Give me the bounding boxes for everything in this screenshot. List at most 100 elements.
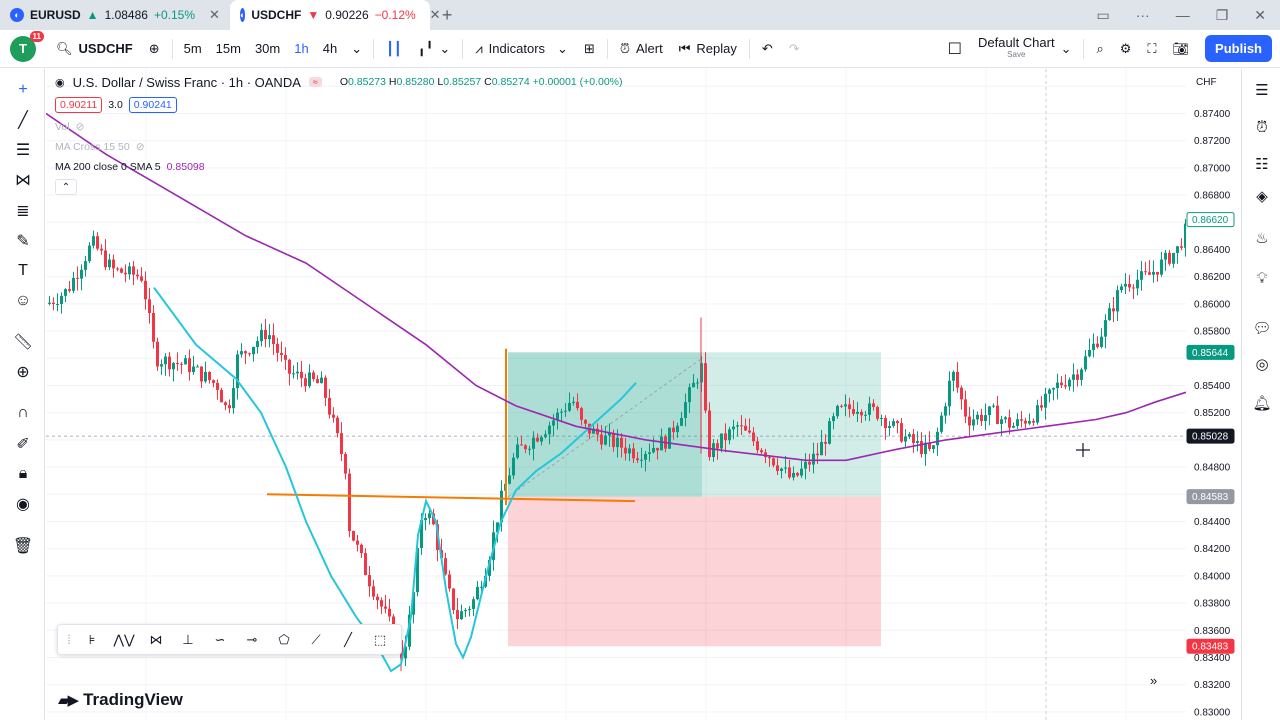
browser-tab-eurusd[interactable]: ◐ EURUSD ▲ 1.08486 +0.15% ✕ bbox=[0, 0, 230, 30]
candle-body bbox=[736, 425, 739, 427]
abc-pattern-icon[interactable]: ⋈ bbox=[140, 626, 172, 654]
chat-icon[interactable]: 💬︎ bbox=[1251, 317, 1273, 339]
window-close-icon[interactable]: ✕ bbox=[1254, 7, 1266, 24]
symbol-search-button[interactable]: 🔍︎ USDCHF bbox=[48, 30, 141, 68]
templates-button[interactable]: ⊞ bbox=[576, 30, 603, 68]
elliott-wave-icon[interactable]: ⋀⋁ bbox=[108, 626, 140, 654]
alert-button[interactable]: ⏰︎ Alert bbox=[612, 30, 671, 68]
ma-cross-indicator[interactable]: MA Cross 15 50 ⊘ bbox=[55, 141, 623, 153]
candle-body bbox=[972, 419, 975, 426]
symbol-label: USDCHF bbox=[78, 41, 133, 56]
candle-body bbox=[940, 415, 943, 432]
candle-body bbox=[384, 606, 387, 609]
fib-extension-icon[interactable]: ⊧ bbox=[76, 626, 108, 654]
indicators-button[interactable]: ⩘ Indicators ⌄ bbox=[467, 30, 576, 68]
candle-body bbox=[1028, 421, 1031, 424]
trend-line-icon[interactable]: ╱ bbox=[12, 109, 34, 131]
timeframe-1h[interactable]: 1h bbox=[287, 41, 315, 56]
legend-title[interactable]: U.S. Dollar / Swiss Franc · 1h · OANDA bbox=[73, 75, 301, 90]
bar-style-button[interactable]: ┃┃ bbox=[378, 30, 410, 68]
timeframe-30m[interactable]: 30m bbox=[248, 41, 287, 56]
undo-button[interactable]: ↶ bbox=[754, 30, 781, 68]
candle-body bbox=[1152, 271, 1155, 275]
layout-save-hint: Save bbox=[1007, 49, 1026, 59]
price-axis[interactable]: CHF 0.87400 0.87200 0.87000 0.86800 0.86400 0.… bbox=[1186, 69, 1241, 720]
layout-menu-button[interactable]: Default Chart Save ⌄ bbox=[970, 30, 1080, 68]
pattern-icon[interactable]: ⋈ bbox=[12, 169, 34, 191]
curve-icon[interactable]: ∽ bbox=[204, 626, 236, 654]
tab-close-icon[interactable]: ✕ bbox=[209, 7, 220, 23]
publish-button[interactable]: Publish bbox=[1205, 35, 1272, 62]
quick-search-button[interactable]: ⌕ bbox=[1088, 30, 1111, 68]
square-icon: ☐ bbox=[947, 40, 962, 58]
vertical-line-icon[interactable]: ⊥ bbox=[172, 626, 204, 654]
notifications-bell-icon[interactable]: 🔔︎ bbox=[1251, 392, 1273, 414]
zoom-in-icon[interactable]: ⊕ bbox=[12, 361, 34, 383]
candle-body bbox=[636, 458, 639, 461]
scroll-to-realtime-icon[interactable]: » bbox=[1150, 673, 1157, 688]
avatar[interactable]: T 11 bbox=[10, 30, 44, 62]
replay-button[interactable]: ⏮︎ Replay bbox=[671, 30, 745, 68]
magnet-icon[interactable]: ∩ bbox=[12, 402, 34, 424]
ideas-lightbulb-icon[interactable]: 💡︎ bbox=[1251, 267, 1273, 289]
volume-indicator[interactable]: Vol ⊘ bbox=[55, 121, 623, 133]
candle-body bbox=[560, 411, 563, 413]
timeframe-5m[interactable]: 5m bbox=[177, 41, 209, 56]
candle-body bbox=[368, 574, 371, 587]
candle-body bbox=[284, 354, 287, 360]
fib-icon[interactable]: ≣ bbox=[12, 200, 34, 222]
ray-icon[interactable]: ⟋ bbox=[300, 626, 332, 654]
divider bbox=[748, 38, 750, 59]
snapshot-button[interactable]: 📷︎ bbox=[1165, 30, 1198, 68]
new-tab-icon[interactable]: + bbox=[442, 5, 453, 26]
drag-handle-icon[interactable]: ⁞ bbox=[62, 626, 76, 654]
lock-icon[interactable]: 🔒︎ bbox=[12, 463, 34, 485]
watchlist-icon[interactable]: ☰ bbox=[1251, 79, 1273, 101]
eye-off-icon[interactable]: ⊘ bbox=[76, 121, 85, 133]
layout-checkbox[interactable]: ☐ bbox=[940, 30, 970, 68]
sell-button[interactable]: 0.90211 bbox=[55, 97, 103, 113]
trash-icon[interactable]: 🗑︎ bbox=[12, 535, 34, 557]
timeframe-15m[interactable]: 15m bbox=[209, 41, 248, 56]
compare-button[interactable]: ⊕ bbox=[141, 30, 168, 68]
more-icon[interactable]: ··· bbox=[1136, 7, 1150, 23]
redo-button[interactable]: ↷ bbox=[781, 30, 808, 68]
streams-icon[interactable]: ◎ bbox=[1251, 353, 1273, 375]
target-price-label: 0.85644 bbox=[1192, 348, 1229, 359]
crosshair-icon[interactable]: + bbox=[12, 79, 34, 101]
browser-tab-usdchf[interactable]: ◐ USDCHF ▼ 0.90226 −0.12% ✕ bbox=[229, 0, 441, 30]
data-window-icon[interactable]: ☷ bbox=[1251, 153, 1273, 175]
fullscreen-button[interactable]: ⛶ bbox=[1139, 30, 1164, 68]
hotlist-flame-icon[interactable]: ♨ bbox=[1251, 227, 1273, 249]
rectangle-tool-icon[interactable]: ⬠ bbox=[268, 626, 300, 654]
candle-body bbox=[672, 427, 675, 433]
line-icon[interactable]: ╱ bbox=[332, 626, 364, 654]
horizontal-ray-icon[interactable]: ⊸ bbox=[236, 626, 268, 654]
chevron-down-icon[interactable]: ⌄ bbox=[344, 41, 369, 57]
tab-close-icon[interactable]: ✕ bbox=[430, 7, 441, 23]
eye-icon[interactable]: ◉ bbox=[12, 493, 34, 515]
brush-icon[interactable]: ✎ bbox=[12, 230, 34, 252]
candle-body bbox=[1008, 417, 1011, 428]
candle-body bbox=[760, 450, 763, 453]
eye-off-icon[interactable]: ⊘ bbox=[136, 141, 145, 153]
ma200-value: 0.85098 bbox=[166, 161, 205, 173]
ruler-icon[interactable]: 📏︎ bbox=[12, 331, 34, 353]
emoji-icon[interactable]: ☺ bbox=[12, 290, 34, 312]
minimize-icon[interactable]: — bbox=[1176, 7, 1190, 23]
collapse-legend-button[interactable]: ⌃ bbox=[55, 179, 77, 195]
settings-button[interactable]: ⚙︎ bbox=[1112, 30, 1140, 68]
pencil-lock-icon[interactable]: ✐ bbox=[12, 433, 34, 455]
restore-icon[interactable]: ❐ bbox=[1216, 7, 1229, 24]
timeframe-4h[interactable]: 4h bbox=[316, 41, 344, 56]
chart-type-button[interactable]: ╻╹ ⌄ bbox=[410, 30, 459, 68]
alerts-clock-icon[interactable]: ⏰︎ bbox=[1251, 116, 1273, 138]
screen-icon[interactable]: ▭ bbox=[1096, 7, 1109, 24]
horizontal-lines-icon[interactable]: ☰ bbox=[12, 139, 34, 161]
text-icon[interactable]: T bbox=[12, 260, 34, 282]
buy-button[interactable]: 0.90241 bbox=[128, 97, 177, 113]
ma200-indicator[interactable]: MA 200 close 0 SMA 5 0.85098 bbox=[55, 161, 623, 173]
select-box-icon[interactable]: ⬚ bbox=[364, 626, 396, 654]
tradingview-logo[interactable]: ▰▶ TradingView bbox=[58, 690, 183, 710]
layers-icon[interactable]: ◈ bbox=[1251, 185, 1273, 207]
